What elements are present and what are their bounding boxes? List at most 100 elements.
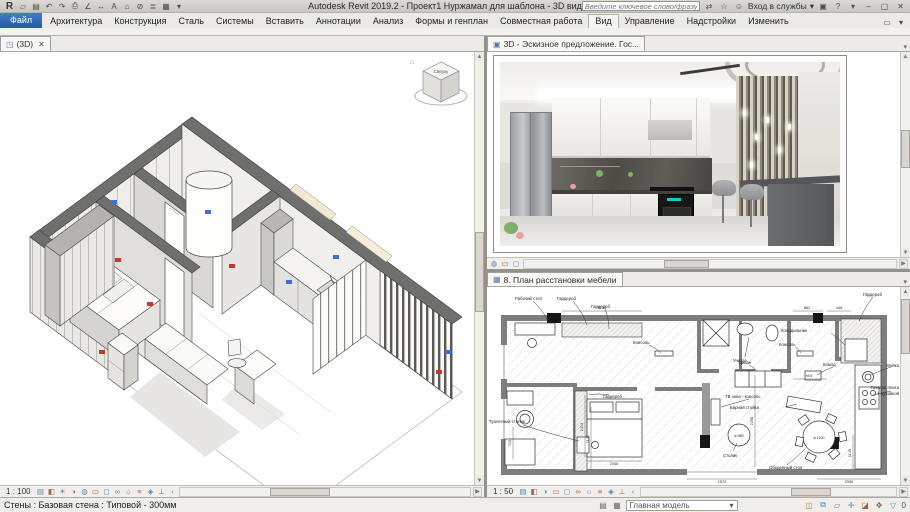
app-store-icon[interactable]: ▣ (817, 1, 829, 12)
sign-in-caret-icon[interactable]: ▾ (810, 1, 814, 12)
scroll-right-icon[interactable]: ▶ (899, 486, 908, 497)
scroll-right-icon[interactable]: ▶ (899, 258, 908, 269)
restore-button[interactable]: ▢ (878, 1, 891, 12)
scroll-up-icon[interactable]: ▲ (901, 52, 910, 61)
plan-console-1[interactable] (654, 350, 674, 357)
crop-view-icon[interactable]: ▭ (551, 487, 561, 497)
tab-addins[interactable]: Надстройки (681, 14, 742, 28)
tab-analyze[interactable]: Анализ (367, 14, 409, 28)
view-tab-plan[interactable]: ▦ 8. План расстановки мебели (487, 272, 623, 286)
select-links-icon[interactable]: ⧉ (818, 500, 829, 511)
render-dialog-icon[interactable]: ◍ (489, 259, 499, 269)
tab-annotate[interactable]: Аннотации (310, 14, 367, 28)
view-tab-3d[interactable]: ◳ (3D) ✕ (0, 36, 51, 51)
undo-icon[interactable]: ↶ (43, 1, 55, 12)
sun-path-icon[interactable]: ☀ (57, 487, 67, 497)
tab-view[interactable]: Вид (588, 14, 619, 28)
select-pinned-icon[interactable]: ✛ (846, 500, 857, 511)
desk-chair[interactable] (227, 358, 247, 368)
scroll-right-icon[interactable]: ▶ (473, 486, 482, 497)
tab-architecture[interactable]: Архитектура (44, 14, 108, 28)
aligned-dimension-icon[interactable]: ↔ (95, 1, 107, 12)
plan-stove[interactable] (858, 386, 880, 410)
plan-console-2[interactable] (796, 350, 814, 357)
displaced-elements-icon[interactable]: ◈ (145, 487, 155, 497)
sign-in-label[interactable]: Вход в службы (748, 1, 807, 11)
select-by-face-icon[interactable]: ◪ (860, 500, 871, 511)
tab-insert[interactable]: Вставить (260, 14, 310, 28)
shadows-icon[interactable]: ◑ (68, 487, 78, 497)
reveal-hidden-icon[interactable]: ☼ (584, 487, 594, 497)
shadows-icon[interactable]: ◑ (540, 487, 550, 497)
help-caret-icon[interactable]: ▾ (847, 1, 859, 12)
text-icon[interactable]: A (108, 1, 120, 12)
scroll-thumb[interactable] (475, 232, 484, 312)
switch-windows-icon[interactable]: ▦ (160, 1, 172, 12)
scroll-up-icon[interactable]: ▲ (475, 52, 484, 61)
scroll-down-icon[interactable]: ▼ (475, 476, 484, 485)
print-icon[interactable]: ⎙ (69, 1, 81, 12)
scrollbar-horizontal-plan[interactable] (640, 486, 897, 497)
plan-fridge[interactable] (844, 338, 868, 362)
hide-isolate-icon[interactable]: ∞ (112, 487, 122, 497)
section-icon[interactable]: ⊘ (134, 1, 146, 12)
constraints-icon[interactable]: ⊥ (617, 487, 627, 497)
ribbon-collapse-caret-icon[interactable]: ▾ (895, 17, 907, 28)
plan-tv-console[interactable] (710, 398, 721, 426)
revit-logo[interactable]: R (3, 1, 16, 12)
redo-icon[interactable]: ↷ (56, 1, 68, 12)
canvas-render[interactable]: ▲ ▼ (487, 52, 910, 257)
scrollbar-horizontal-render[interactable] (523, 258, 897, 269)
tab-steel[interactable]: Сталь (173, 14, 210, 28)
scrollbar-horizontal-3d[interactable] (179, 486, 471, 497)
tab-bar-menu-icon[interactable]: ▾ (903, 278, 910, 286)
tab-modify[interactable]: Изменить (742, 14, 795, 28)
thin-lines-icon[interactable]: ≣ (147, 1, 159, 12)
minimize-button[interactable]: – (862, 1, 875, 12)
viewcube[interactable]: ⌂ Сверху (410, 59, 468, 106)
default-3d-view-icon[interactable]: ⌂ (121, 1, 133, 12)
view-properties-icon[interactable]: ≡ (595, 487, 605, 497)
crop-region-icon[interactable]: ◻ (562, 487, 572, 497)
worksets-icon[interactable]: ▤ (598, 500, 609, 511)
tab-massing-site[interactable]: Формы и генплан (409, 14, 494, 28)
qat-customize-icon[interactable]: ▾ (173, 1, 185, 12)
scroll-up-icon[interactable]: ▲ (901, 287, 910, 296)
tab-collaborate[interactable]: Совместная работа (494, 14, 588, 28)
viewbar-collapse-icon[interactable]: ‹ (167, 487, 177, 497)
ribbon-collapse-icon[interactable]: ▭ (881, 17, 893, 28)
small-cabinet[interactable] (107, 332, 139, 391)
help-icon[interactable]: ? (832, 1, 844, 12)
tab-manage[interactable]: Управление (619, 14, 681, 28)
plan-desk[interactable] (514, 322, 556, 336)
select-underlay-icon[interactable]: ▱ (832, 500, 843, 511)
save-icon[interactable]: ▤ (30, 1, 42, 12)
close-button[interactable]: ✕ (894, 1, 907, 12)
viewbar-collapse-icon[interactable]: ‹ (628, 487, 638, 497)
scroll-down-icon[interactable]: ▼ (901, 476, 910, 485)
plan-toilet[interactable] (765, 324, 779, 342)
scale-button[interactable]: 1 : 100 (2, 487, 34, 496)
scroll-down-icon[interactable]: ▼ (901, 248, 910, 257)
design-option-selector[interactable]: Главная модель ▾ (625, 499, 738, 511)
crop-region-icon[interactable]: ◻ (101, 487, 111, 497)
scroll-thumb[interactable] (270, 487, 331, 496)
canvas-plan[interactable]: 2113 1132 2000 713 2258 1134 904 1149 86… (487, 287, 910, 485)
scroll-thumb[interactable] (664, 259, 709, 268)
scroll-thumb[interactable] (791, 487, 832, 496)
hide-isolate-icon[interactable]: ∞ (573, 487, 583, 497)
view-properties-icon[interactable]: ≡ (134, 487, 144, 497)
search-input[interactable] (581, 1, 700, 11)
reveal-hidden-icon[interactable]: ☼ (123, 487, 133, 497)
communication-center-icon[interactable]: ⇄ (703, 1, 715, 12)
plan-washbasin[interactable] (506, 390, 534, 406)
file-tab[interactable]: Файл (0, 13, 43, 28)
scroll-thumb[interactable] (901, 299, 910, 354)
constraints-icon[interactable]: ⊥ (156, 487, 166, 497)
tab-bar-menu-icon[interactable]: ▾ (903, 43, 910, 51)
viewcube-home-icon[interactable]: ⌂ (410, 59, 414, 66)
view-tab-render[interactable]: ▣ 3D - Эскизное предложение. Гос... (487, 36, 646, 51)
plan-desk-chair[interactable] (527, 338, 537, 348)
detail-level-icon[interactable]: ▤ (518, 487, 528, 497)
scroll-thumb[interactable] (901, 130, 910, 168)
